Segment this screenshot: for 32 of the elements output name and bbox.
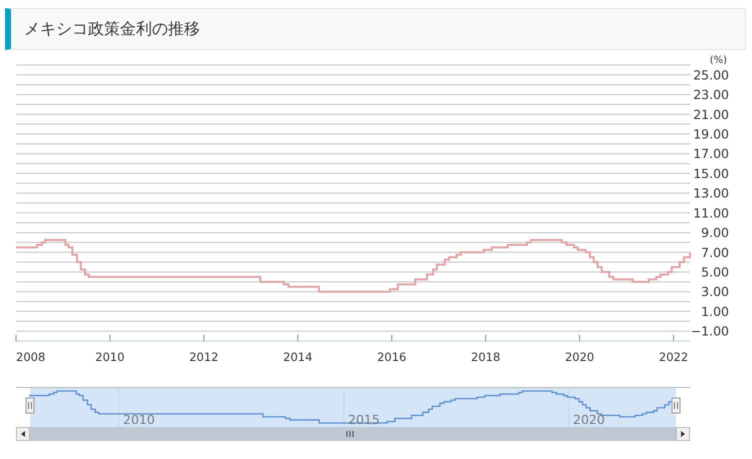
- y-axis-label: 9.00: [701, 225, 729, 240]
- scroll-right-button[interactable]: [676, 427, 690, 441]
- y-axis-label: 11.00: [693, 205, 729, 220]
- y-axis-label: 19.00: [693, 126, 729, 142]
- y-axis-label: 21.00: [693, 106, 729, 122]
- x-axis-label: 2010: [95, 350, 125, 364]
- x-axis-label: 2020: [564, 350, 594, 364]
- y-axis-label: 23.00: [693, 87, 729, 102]
- y-axis-label: −1.00: [690, 324, 729, 339]
- scroll-left-button[interactable]: [16, 427, 30, 441]
- y-axis-label: 25.00: [693, 67, 729, 82]
- navigator-label: 2020: [573, 412, 605, 427]
- y-axis-label: 1.00: [701, 304, 729, 319]
- x-axis-label: 2008: [16, 350, 46, 364]
- x-axis-label: 2012: [189, 350, 219, 364]
- y-axis-label: 15.00: [693, 166, 729, 181]
- y-axis-label: 7.00: [701, 244, 729, 260]
- y-axis-label: 17.00: [693, 146, 729, 162]
- y-axis-label: 13.00: [693, 186, 729, 201]
- unit-label: (%): [710, 55, 727, 66]
- x-axis-label: 2022: [658, 350, 688, 364]
- chart-title: メキシコ政策金利の推移: [24, 18, 200, 40]
- x-axis-label: 2014: [283, 350, 312, 364]
- scrollbar-thumb[interactable]: [30, 427, 676, 441]
- range-handle[interactable]: [672, 398, 680, 414]
- y-axis-label: 3.00: [701, 284, 729, 300]
- grip-icon: [346, 430, 354, 438]
- x-axis-label: 2016: [377, 350, 406, 364]
- range-handle[interactable]: [26, 398, 34, 414]
- y-axis-label: 5.00: [701, 264, 729, 280]
- x-axis-label: 2018: [471, 350, 500, 364]
- navigator-label: 2010: [123, 412, 155, 427]
